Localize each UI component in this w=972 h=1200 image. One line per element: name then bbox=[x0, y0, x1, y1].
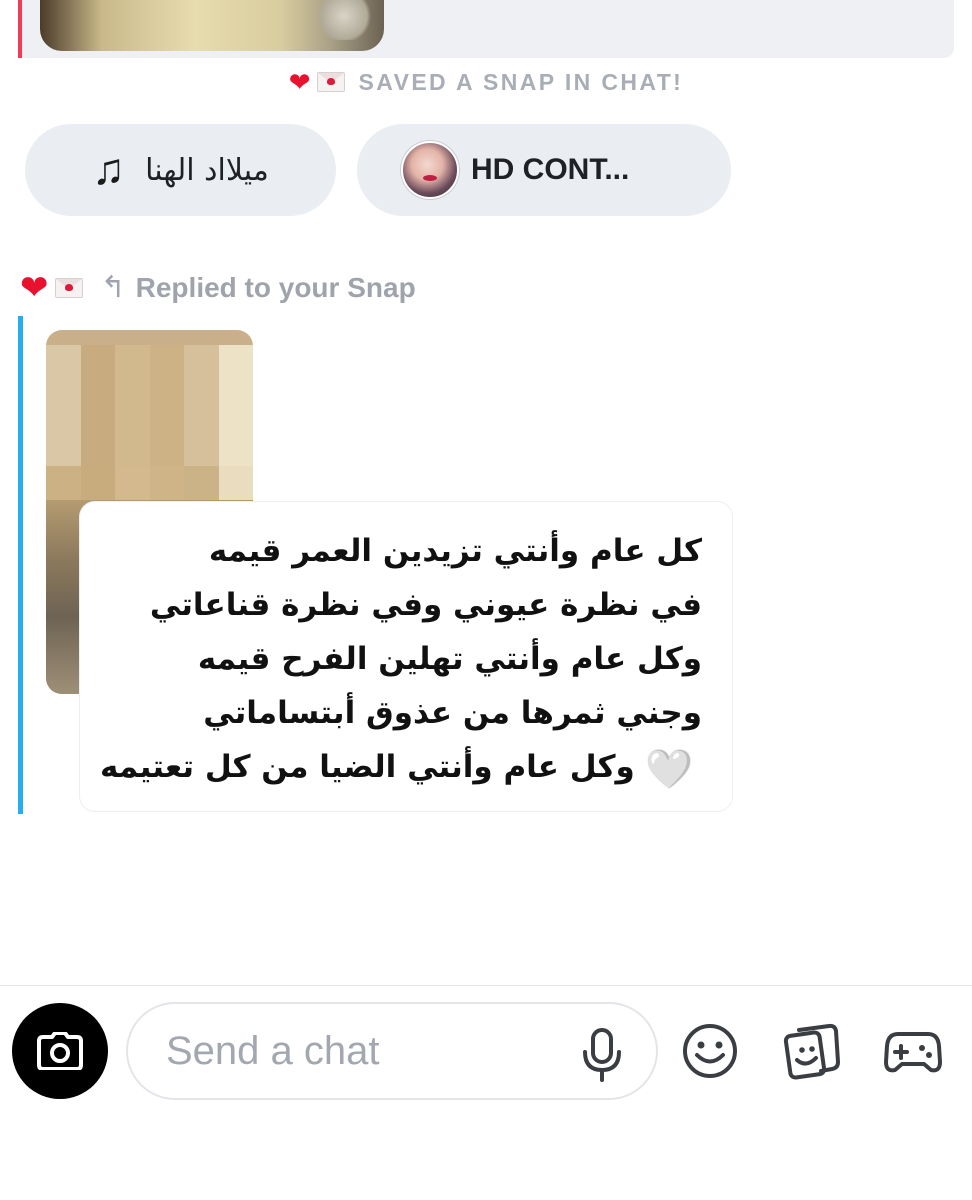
envelope-icon bbox=[316, 72, 345, 92]
saved-status-text: SAVED A SNAP IN CHAT! bbox=[358, 68, 684, 95]
message-line: وكل عام وأنتي الضيا من كل تعتيمه bbox=[100, 749, 635, 785]
replied-label: Replied to your Snap bbox=[135, 272, 416, 303]
replied-header: ❤ ↰ Replied to your Snap bbox=[20, 268, 416, 308]
saved-message-accent-bar bbox=[18, 0, 22, 58]
camera-button[interactable] bbox=[12, 1003, 108, 1099]
contact-avatar bbox=[401, 141, 459, 199]
message-line-last: 🤍 وكل عام وأنتي الضيا من كل تعتيمه bbox=[100, 740, 702, 796]
game-controller-icon[interactable] bbox=[884, 1022, 942, 1080]
chat-screen: ❤ SAVED A SNAP IN CHAT! ♫ ميلااد الهنا H… bbox=[0, 0, 972, 1200]
envelope-icon bbox=[54, 278, 83, 298]
sticker-icon[interactable] bbox=[783, 1022, 841, 1080]
microphone-icon[interactable] bbox=[578, 1028, 626, 1082]
message-line: في نظرة عيوني وفي نظرة قناعاتي bbox=[149, 587, 702, 623]
previous-snap-message bbox=[0, 0, 972, 62]
heart-icon: ❤ bbox=[288, 67, 311, 97]
emoji-icon[interactable] bbox=[681, 1022, 739, 1080]
heart-icon: ❤ bbox=[20, 269, 49, 307]
contact-name: HD CONT... bbox=[471, 153, 630, 186]
reply-arrow-icon: ↰ bbox=[100, 271, 126, 304]
music-note-icon: ♫ bbox=[92, 145, 126, 194]
camera-icon bbox=[37, 1032, 83, 1070]
contact-attachment-chip[interactable]: HD CONT... bbox=[357, 124, 731, 216]
message-bubble[interactable]: كل عام وأنتي تزيدين العمر قيمه في نظرة ع… bbox=[79, 501, 733, 812]
music-attachment-chip[interactable]: ♫ ميلااد الهنا bbox=[25, 124, 336, 216]
message-line: وكل عام وأنتي تهلين الفرح قيمه bbox=[197, 641, 702, 677]
chat-input[interactable] bbox=[164, 1027, 548, 1075]
message-line: كل عام وأنتي تزيدين العمر قيمه bbox=[208, 533, 702, 569]
reply-accent-bar bbox=[18, 316, 23, 814]
white-heart-icon: 🤍 bbox=[645, 746, 693, 791]
chat-input-container[interactable] bbox=[126, 1002, 658, 1100]
saved-snap-status: ❤ SAVED A SNAP IN CHAT! bbox=[0, 64, 972, 100]
message-line: وجني ثمرها من عذوق أبتساماتي bbox=[203, 695, 702, 731]
music-title: ميلااد الهنا bbox=[145, 152, 269, 188]
previous-snap-image[interactable] bbox=[40, 0, 384, 51]
composer-divider bbox=[0, 985, 972, 986]
